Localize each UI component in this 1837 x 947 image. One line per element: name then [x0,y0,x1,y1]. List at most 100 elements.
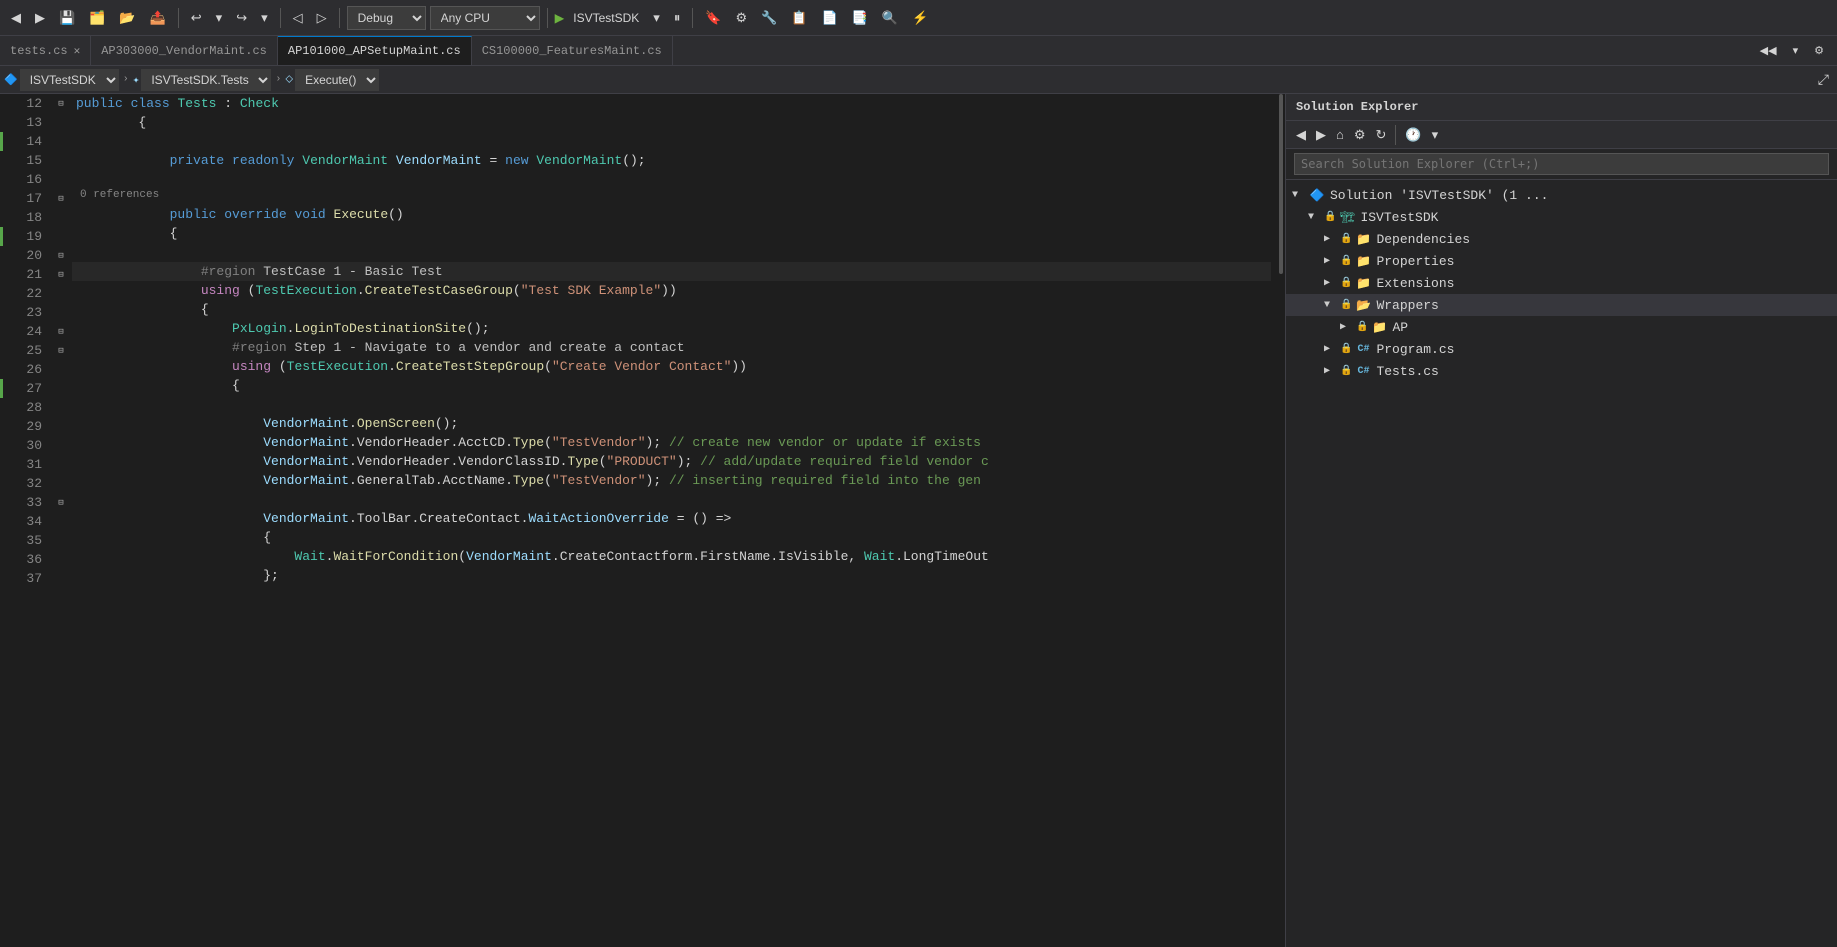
ind-32 [50,474,72,493]
separator-3 [339,8,340,28]
separator-5 [692,8,693,28]
tabs-settings[interactable]: ⚙ [1809,41,1829,60]
ind-19 [50,227,72,246]
tools-btn-4[interactable]: 📄 [817,7,843,29]
change-mark-19 [0,227,3,246]
se-label-program: Program.cs [1376,342,1454,357]
se-item-tests-cs[interactable]: ▶ 🔒 C# Tests.cs [1286,360,1837,382]
tab-ap101000[interactable]: AP101000_APSetupMaint.cs [278,36,472,65]
se-search-input[interactable] [1294,153,1829,175]
se-item-wrappers[interactable]: ▼ 🔒 📂 Wrappers [1286,294,1837,316]
nav-back-btn[interactable]: ◁ [288,7,308,29]
se-icon-project: 🏗 [1338,208,1356,226]
collapse-12[interactable]: ⊟ [50,94,72,113]
ind-15 [50,151,72,170]
code-editor[interactable]: 12 13 14 15 16 17 18 19 20 21 22 23 24 2… [0,94,1285,947]
collapse-21[interactable]: ⊟ [50,265,72,284]
se-icon-wrappers: 📂 [1354,296,1372,314]
code-line-12: public class Tests : Check [72,94,1271,113]
se-icon-tests: C# [1354,362,1372,380]
redo-dropdown[interactable]: ▾ [256,7,273,29]
platform-dropdown[interactable]: Any CPU [430,6,540,30]
se-settings-btn[interactable]: ⚙ [1350,125,1370,145]
save-all-btn[interactable]: 🗂️ [84,7,110,29]
se-item-ap[interactable]: ▶ 🔒 📁 AP [1286,316,1837,338]
tabs-overflow: ◀◀ ▾ ⚙ [1747,36,1837,65]
forward-btn[interactable]: ▶ [30,7,50,29]
se-item-properties[interactable]: ▶ 🔒 📁 Properties [1286,250,1837,272]
redo-btn[interactable]: ↪ [231,7,252,29]
se-back-btn[interactable]: ◀ [1292,125,1310,145]
se-label-deps: Dependencies [1376,232,1470,247]
tab-cs100000-label: CS100000_FeaturesMaint.cs [482,44,662,58]
tabs-dropdown[interactable]: ▾ [1788,41,1804,60]
se-item-project[interactable]: ▼ 🔒 🏗 ISVTestSDK [1286,206,1837,228]
scroll-thumb[interactable] [1279,94,1283,274]
undo-dropdown[interactable]: ▾ [211,7,228,29]
run-dropdown-btn[interactable]: ▾ [648,7,665,29]
scope-method-icon: ⬦ [285,74,293,86]
tabs-scroll-left[interactable]: ◀◀ [1755,41,1782,60]
ind-18 [50,208,72,227]
se-title: Solution Explorer [1296,100,1418,114]
code-content[interactable]: public class Tests : Check { private rea… [72,94,1271,947]
tools-btn-3[interactable]: 📋 [786,7,812,29]
se-item-solution[interactable]: ▼ 🔷 Solution 'ISVTestSDK' (1 ... [1286,184,1837,206]
code-line-14 [72,132,1271,151]
se-item-extensions[interactable]: ▶ 🔒 📁 Extensions [1286,272,1837,294]
open-btn[interactable]: 📂 [114,7,140,29]
scope-class-select[interactable]: ISVTestSDK.Tests [141,69,271,91]
code-line-35: Wait.WaitForCondition(VendorMaint.Create… [72,547,1271,566]
nav-forward-btn[interactable]: ▷ [312,7,332,29]
se-item-program[interactable]: ▶ 🔒 C# Program.cs [1286,338,1837,360]
bookmark-btn[interactable]: 🔖 [700,7,726,29]
se-clock-btn[interactable]: 🕐 [1401,125,1425,145]
tools-btn-5[interactable]: 📑 [847,7,873,29]
ind-30 [50,436,72,455]
tab-cs100000[interactable]: CS100000_FeaturesMaint.cs [472,36,673,65]
scope-expand-btn[interactable]: ⤢ [1814,69,1833,90]
se-dropdown-btn[interactable]: ▾ [1428,125,1443,145]
scope-method-select[interactable]: Execute() [295,69,379,91]
config-dropdown[interactable]: Debug Release [347,6,426,30]
vertical-scrollbar[interactable] [1271,94,1285,947]
collapse-indicators: ⊟ ⊟ ⊟ ⊟ ⊟ ⊟ ⊟ [50,94,72,947]
se-forward-btn[interactable]: ▶ [1312,125,1330,145]
tools-btn-7[interactable]: ⚡ [907,7,933,29]
tab-ap303000[interactable]: AP303000_VendorMaint.cs [91,36,278,65]
code-line-17-wrapper: 0 references public override void Execut… [72,189,1271,224]
scope-class-icon: ✦ [133,73,140,87]
collapse-17[interactable]: ⊟ [50,189,72,208]
tools-btn-2[interactable]: 🔧 [756,7,782,29]
undo-btn[interactable]: ↩ [186,7,207,29]
tabs-bar: tests.cs ✕ AP303000_VendorMaint.cs AP101… [0,36,1837,66]
save-btn[interactable]: 💾 [54,7,80,29]
ind-37 [50,569,72,588]
se-chevron-project: ▼ [1308,212,1324,223]
se-item-dependencies[interactable]: ▶ 🔒 📁 Dependencies [1286,228,1837,250]
publish-btn[interactable]: 📤 [145,7,171,29]
run-label-btn[interactable]: ISVTestSDK [568,8,644,28]
se-label-project: ISVTestSDK [1360,210,1438,225]
code-line-29: VendorMaint.VendorHeader.AcctCD.Type("Te… [72,433,1271,452]
tab-tests-close[interactable]: ✕ [74,44,81,58]
collapse-20[interactable]: ⊟ [50,246,72,265]
code-line-25: using (TestExecution.CreateTestStepGroup… [72,357,1271,376]
se-lock-ap: 🔒 [1356,321,1368,333]
collapse-25[interactable]: ⊟ [50,341,72,360]
tools-btn-6[interactable]: 🔍 [877,7,903,29]
tab-tests[interactable]: tests.cs ✕ [0,36,91,65]
scope-project-select[interactable]: ISVTestSDK [20,69,119,91]
tools-btn-1[interactable]: ⚙ [731,7,753,29]
ind-14 [50,132,72,151]
collapse-24[interactable]: ⊟ [50,322,72,341]
pause-btn[interactable]: ⏸ [669,7,686,29]
code-line-37 [72,585,1271,604]
collapse-33[interactable]: ⊟ [50,493,72,512]
se-label-ext: Extensions [1376,276,1454,291]
main-toolbar: ◀ ▶ 💾 🗂️ 📂 📤 ↩ ▾ ↪ ▾ ◁ ▷ Debug Release A… [0,0,1837,36]
back-btn[interactable]: ◀ [6,7,26,29]
se-home-btn[interactable]: ⌂ [1332,125,1348,144]
se-refresh-btn[interactable]: ↻ [1372,125,1391,145]
se-chevron-deps: ▶ [1324,233,1340,245]
